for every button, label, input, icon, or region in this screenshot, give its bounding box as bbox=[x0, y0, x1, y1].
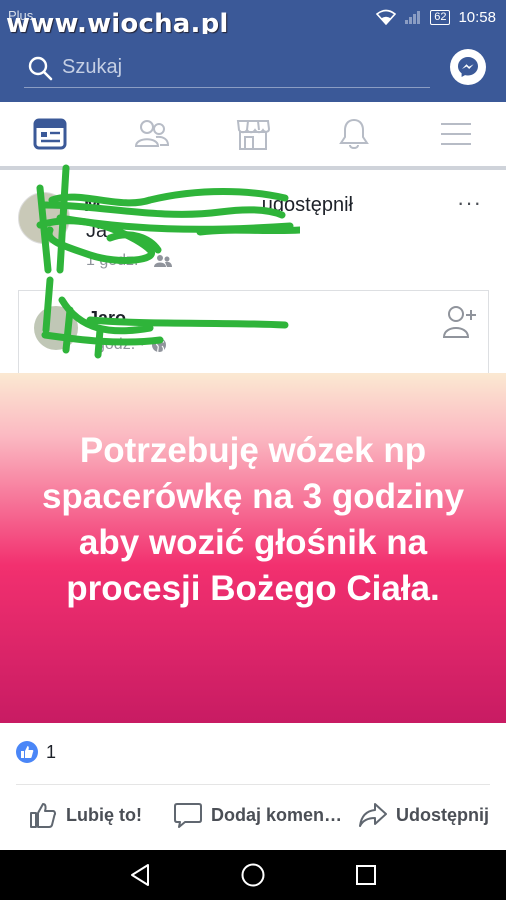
post-action-bar: Lubię to! Dodaj komen… Udostępnij bbox=[0, 790, 506, 846]
back-icon[interactable] bbox=[128, 862, 154, 888]
android-nav-bar bbox=[0, 850, 506, 900]
post-header-text[interactable]: M udostępnił bbox=[84, 194, 353, 217]
author-name-line2: Ja bbox=[86, 220, 108, 242]
home-icon[interactable] bbox=[240, 862, 266, 888]
clock: 10:58 bbox=[458, 8, 496, 26]
status-icons: 62 10:58 bbox=[376, 7, 496, 27]
comment-label: Dodaj komen… bbox=[211, 804, 343, 825]
globe-icon bbox=[151, 338, 166, 353]
wifi-icon bbox=[376, 9, 397, 25]
share-icon bbox=[359, 803, 387, 827]
tab-bar-divider bbox=[0, 166, 506, 170]
shared-author-avatar[interactable] bbox=[34, 306, 78, 350]
like-button[interactable]: Lubię to! bbox=[28, 800, 142, 830]
status-bar: Plus www.wiocha.pl 62 10:58 bbox=[0, 0, 506, 39]
reactions-summary[interactable]: 1 bbox=[16, 741, 56, 763]
tab-marketplace[interactable] bbox=[233, 116, 273, 152]
hamburger-icon bbox=[441, 123, 471, 145]
shared-post-time[interactable]: godz. · bbox=[96, 336, 145, 354]
shared-author-name[interactable]: Jaro bbox=[88, 308, 126, 329]
signal-icon bbox=[405, 11, 421, 24]
shared-post-meta: godz. · bbox=[96, 336, 167, 354]
news-feed-icon bbox=[33, 118, 67, 150]
comment-button[interactable]: Dodaj komen… bbox=[173, 800, 342, 830]
marketplace-icon bbox=[236, 120, 271, 150]
comment-icon bbox=[174, 803, 202, 828]
add-friend-icon[interactable] bbox=[442, 304, 478, 340]
reactions-divider bbox=[16, 784, 490, 785]
search-icon bbox=[28, 56, 53, 80]
battery-indicator: 62 bbox=[430, 9, 451, 25]
tab-menu[interactable] bbox=[436, 116, 476, 152]
messenger-button[interactable] bbox=[450, 49, 486, 85]
share-button[interactable]: Udostępnij bbox=[358, 800, 489, 830]
tab-news-feed[interactable] bbox=[30, 116, 70, 152]
author-name[interactable]: M bbox=[84, 194, 101, 216]
author-avatar[interactable] bbox=[18, 192, 70, 244]
friends-icon bbox=[134, 120, 170, 147]
post-time[interactable]: 1 godz. · bbox=[86, 252, 148, 270]
search-input[interactable] bbox=[62, 56, 402, 79]
search-bar[interactable] bbox=[24, 48, 430, 88]
shared-post-box bbox=[18, 290, 489, 380]
share-label: Udostępnij bbox=[396, 804, 489, 825]
bell-icon bbox=[339, 118, 369, 149]
like-reaction-icon bbox=[16, 741, 38, 763]
recents-icon[interactable] bbox=[353, 862, 379, 888]
shared-label: udostępnił bbox=[261, 194, 353, 216]
post-options-button[interactable]: ··· bbox=[457, 190, 482, 216]
messenger-icon bbox=[458, 57, 478, 77]
tab-bar bbox=[0, 102, 506, 168]
post-meta: 1 godz. · bbox=[86, 252, 173, 270]
friends-audience-icon bbox=[154, 255, 173, 267]
reaction-count: 1 bbox=[46, 741, 57, 762]
tab-friends[interactable] bbox=[132, 116, 172, 152]
thumbs-up-icon bbox=[30, 803, 56, 828]
tab-notifications[interactable] bbox=[334, 116, 374, 152]
app-header bbox=[0, 34, 506, 102]
like-label: Lubię to! bbox=[66, 804, 142, 825]
status-text: Potrzebuję wózek np spacerówkę na 3 godz… bbox=[41, 431, 465, 608]
